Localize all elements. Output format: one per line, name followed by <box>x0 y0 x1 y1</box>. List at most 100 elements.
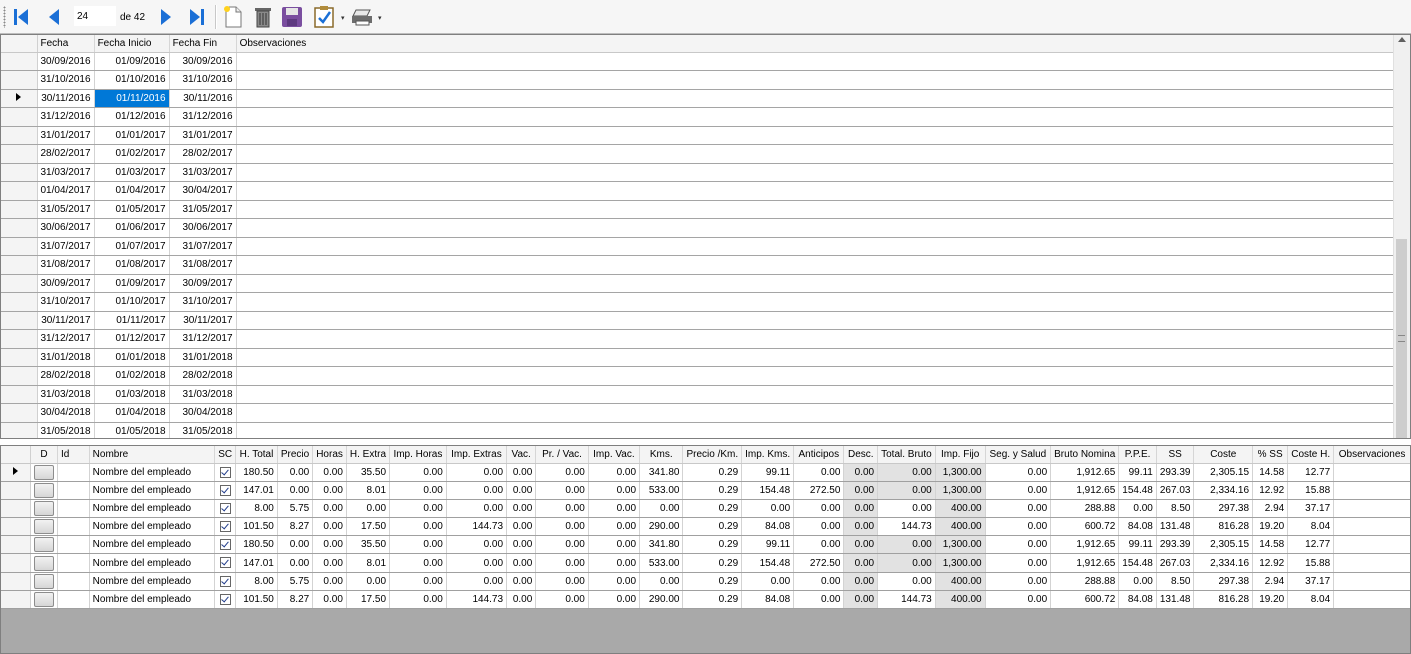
fecha-inicio-cell[interactable]: 01/01/2018 <box>94 348 170 367</box>
period-row[interactable]: 31/01/2017 01/01/2017 31/01/2017 <box>1 126 1396 145</box>
fecha-cell[interactable]: 28/02/2018 <box>37 366 95 386</box>
fecha-cell[interactable]: 30/04/2018 <box>37 403 95 423</box>
observaciones-cell[interactable] <box>236 218 1396 238</box>
value-cell[interactable]: 8.50 <box>1156 572 1195 591</box>
employee-row[interactable]: Nombre del empleado 8.00 5.75 0.00 0.00 0.00 0… <box>1 499 1410 519</box>
id-cell[interactable] <box>57 481 90 500</box>
value-cell[interactable]: 0.00 <box>535 535 589 555</box>
fecha-fin-cell[interactable]: 30/11/2016 <box>169 89 237 108</box>
value-cell[interactable]: 0.00 <box>639 499 684 519</box>
value-cell[interactable]: 0.00 <box>277 463 314 482</box>
value-cell[interactable]: 147.01 <box>235 553 278 573</box>
observaciones-cell[interactable] <box>236 348 1396 367</box>
value-cell[interactable]: 600.72 <box>1050 517 1120 537</box>
fecha-inicio-cell[interactable]: 01/11/2016 <box>94 89 170 108</box>
fecha-inicio-cell[interactable]: 01/02/2018 <box>94 366 170 386</box>
employee-row[interactable]: Nombre del empleado 180.50 0.00 0.00 35.50 0.… <box>1 463 1410 482</box>
fecha-fin-cell[interactable]: 30/09/2016 <box>169 52 237 71</box>
value-cell[interactable]: 0.00 <box>446 553 508 573</box>
fecha-fin-cell[interactable]: 31/01/2017 <box>169 126 237 145</box>
value-cell[interactable]: 0.29 <box>682 572 743 591</box>
fecha-inicio-cell[interactable]: 01/09/2017 <box>94 274 170 293</box>
detail-button[interactable] <box>34 500 55 516</box>
fecha-inicio-cell[interactable]: 01/11/2017 <box>94 311 170 330</box>
value-cell[interactable]: 101.50 <box>235 590 278 610</box>
row-header[interactable] <box>1 181 38 201</box>
period-row[interactable]: 31/05/2017 01/05/2017 31/05/2017 <box>1 200 1396 219</box>
row-header[interactable] <box>1 89 38 108</box>
id-cell[interactable] <box>57 517 90 537</box>
fecha-fin-cell[interactable]: 31/03/2017 <box>169 163 237 182</box>
value-cell[interactable] <box>1333 572 1410 591</box>
value-cell[interactable]: 0.00 <box>588 535 641 555</box>
period-row[interactable]: 01/04/2017 01/04/2017 30/04/2017 <box>1 181 1396 201</box>
value-cell[interactable]: 0.29 <box>682 463 743 482</box>
value-cell[interactable]: 293.39 <box>1156 463 1195 482</box>
fecha-inicio-cell[interactable]: 01/04/2017 <box>94 181 170 201</box>
print-dropdown-chevron-icon[interactable]: ▾ <box>378 14 382 22</box>
value-cell[interactable]: 14.58 <box>1252 535 1289 555</box>
value-cell[interactable]: 1,300.00 <box>935 481 986 500</box>
value-cell[interactable]: 15.88 <box>1287 481 1335 500</box>
value-cell[interactable]: 0.00 <box>1118 499 1157 519</box>
fecha-fin-cell[interactable]: 31/01/2018 <box>169 348 237 367</box>
row-header[interactable] <box>1 385 38 404</box>
row-header[interactable] <box>1 590 32 610</box>
row-header[interactable] <box>1 200 38 219</box>
fecha-cell[interactable]: 31/10/2017 <box>37 292 95 312</box>
sc-checkbox[interactable] <box>219 575 231 587</box>
value-cell[interactable]: 0.00 <box>277 553 314 573</box>
value-cell[interactable]: 2.94 <box>1252 499 1289 519</box>
column-header-observaciones[interactable]: Observaciones <box>1333 446 1410 464</box>
observaciones-cell[interactable] <box>236 274 1396 293</box>
employee-row[interactable]: Nombre del empleado 147.01 0.00 0.00 8.01 0.0… <box>1 553 1410 573</box>
value-cell[interactable] <box>1333 535 1410 555</box>
fecha-cell[interactable]: 31/05/2017 <box>37 200 95 219</box>
value-cell[interactable]: 19.20 <box>1252 590 1289 610</box>
sc-checkbox[interactable] <box>219 502 231 514</box>
fecha-inicio-cell[interactable]: 01/08/2017 <box>94 255 170 275</box>
value-cell[interactable]: 0.00 <box>389 535 447 555</box>
row-header[interactable] <box>1 517 32 537</box>
detail-button[interactable] <box>34 591 55 607</box>
value-cell[interactable]: 0.00 <box>741 499 795 519</box>
value-cell[interactable]: 297.38 <box>1193 572 1254 591</box>
value-cell[interactable]: 17.50 <box>346 590 391 610</box>
detail-button[interactable] <box>34 519 55 535</box>
value-cell[interactable]: 0.00 <box>535 517 589 537</box>
value-cell[interactable]: 0.00 <box>793 463 845 482</box>
value-cell[interactable]: 8.00 <box>235 572 278 591</box>
value-cell[interactable]: 0.00 <box>843 553 879 573</box>
fecha-fin-cell[interactable]: 31/12/2016 <box>169 107 237 127</box>
value-cell[interactable]: 0.00 <box>346 572 391 591</box>
fecha-inicio-cell[interactable]: 01/12/2016 <box>94 107 170 127</box>
value-cell[interactable]: 0.00 <box>877 535 936 555</box>
period-row[interactable]: 31/10/2016 01/10/2016 31/10/2016 <box>1 70 1396 90</box>
employee-row[interactable]: Nombre del empleado 101.50 8.27 0.00 17.50 0.… <box>1 517 1410 537</box>
column-header-horas[interactable]: Horas <box>312 446 347 464</box>
value-cell[interactable] <box>1333 553 1410 573</box>
value-cell[interactable]: 0.29 <box>682 499 743 519</box>
value-cell[interactable]: 15.88 <box>1287 553 1335 573</box>
record-position-input[interactable] <box>74 6 116 26</box>
value-cell[interactable]: 1,300.00 <box>935 463 986 482</box>
value-cell[interactable]: 288.88 <box>1050 572 1120 591</box>
value-cell[interactable]: 8.00 <box>235 499 278 519</box>
sc-checkbox[interactable] <box>219 521 231 533</box>
column-header-h-total[interactable]: H. Total <box>235 446 278 464</box>
fecha-inicio-cell[interactable]: 01/12/2017 <box>94 329 170 349</box>
value-cell[interactable]: 101.50 <box>235 517 278 537</box>
column-header-anticipos[interactable]: Anticipos <box>793 446 845 464</box>
value-cell[interactable]: 0.00 <box>346 499 391 519</box>
value-cell[interactable]: 600.72 <box>1050 590 1120 610</box>
fecha-cell[interactable]: 31/08/2017 <box>37 255 95 275</box>
fecha-fin-cell[interactable]: 31/10/2016 <box>169 70 237 90</box>
value-cell[interactable]: 0.29 <box>682 517 743 537</box>
row-header[interactable] <box>1 481 32 500</box>
value-cell[interactable]: 35.50 <box>346 463 391 482</box>
fecha-fin-cell[interactable]: 30/04/2018 <box>169 403 237 423</box>
sc-checkbox[interactable] <box>219 557 231 569</box>
value-cell[interactable]: 267.03 <box>1156 481 1195 500</box>
fecha-inicio-cell[interactable]: 01/09/2016 <box>94 52 170 71</box>
value-cell[interactable]: 2.94 <box>1252 572 1289 591</box>
